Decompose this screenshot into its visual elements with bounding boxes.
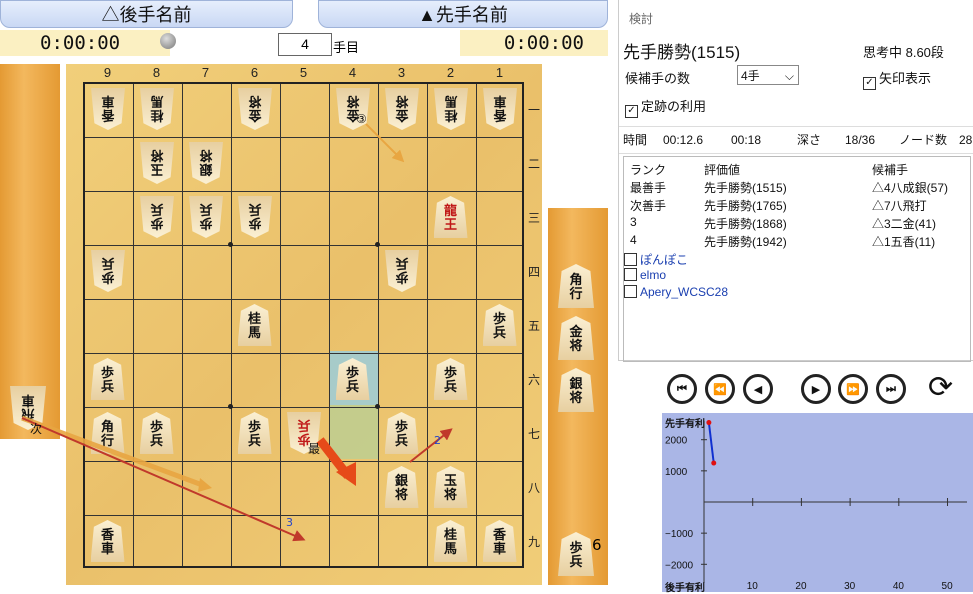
table-row[interactable]: 次善手 先手勝勢(1765) △7八飛打 <box>624 197 970 215</box>
skip-end-icon: ⏭ <box>886 382 896 395</box>
y-tick-label: 1000 <box>665 467 688 478</box>
checkbox-checked-icon: ✓ <box>625 105 638 118</box>
x-tick-label: 50 <box>942 581 954 592</box>
refresh-icon: ⟳ <box>928 370 954 405</box>
stats-bar: 時間 00:12.6 00:18 深さ 18/36 ノード数 28 <box>619 126 973 154</box>
checkbox-icon <box>624 285 637 298</box>
engine-list: ぽんぽこ elmo Apery_WCSC28 <box>624 251 970 302</box>
arrow-display-label: 矢印表示 <box>879 71 932 86</box>
eval-graph-svg: 2000 1000 −1000 −2000 10 20 30 40 50 <box>665 420 967 592</box>
third-arrow <box>21 417 306 542</box>
arrow-display-toggle[interactable]: ✓ 矢印表示 <box>863 68 931 90</box>
last-move-button[interactable]: ⏭ <box>876 374 906 404</box>
checkbox-icon <box>624 268 637 281</box>
second-arrow <box>409 428 453 463</box>
nodes-label: ノード数 <box>899 133 948 147</box>
cell-rank: 3 <box>630 215 637 229</box>
next-arrow-head <box>198 478 212 492</box>
star-point <box>375 404 380 409</box>
panel-title: 検討 <box>629 12 654 26</box>
nodes-value: 28 <box>959 133 973 147</box>
cell-move: △3二金(41) <box>872 217 937 231</box>
engine-name: elmo <box>640 268 667 282</box>
next-button[interactable]: ▶ <box>801 374 831 404</box>
joseki-toggle[interactable]: ✓ 定跡の利用 <box>625 96 706 118</box>
x-tick-label: 30 <box>844 581 856 592</box>
y-tick-label: −2000 <box>665 560 694 571</box>
joseki-label: 定跡の利用 <box>641 99 707 114</box>
cell-eval: 先手勝勢(1515) <box>704 181 787 195</box>
table-row[interactable]: 3 先手勝勢(1868) △3二金(41) <box>624 215 970 233</box>
graph-top-label: 先手有利 <box>665 419 705 430</box>
time-label: 時間 <box>623 133 648 147</box>
y-tick-label: −1000 <box>665 529 694 540</box>
y-tick-label: 2000 <box>665 436 688 447</box>
star-point <box>228 242 233 247</box>
cell-rank: 4 <box>630 233 637 247</box>
eval-point <box>706 420 712 426</box>
prev-icon: ◀ <box>753 382 763 396</box>
next-icon: ▶ <box>811 382 821 396</box>
cell-move: △7八飛打 <box>872 199 927 213</box>
chevron-down-icon: ⌵ <box>784 69 794 83</box>
x-tick-label: 10 <box>747 581 759 592</box>
time2-value: 00:18 <box>731 133 762 147</box>
skip-start-icon: ⏮ <box>677 382 687 395</box>
depth-value: 18/36 <box>845 133 876 147</box>
eval-point <box>711 460 717 466</box>
eval-line <box>707 422 715 464</box>
time-value: 00:12.6 <box>663 133 704 147</box>
col-move: 候補手 <box>872 163 909 177</box>
prev-button[interactable]: ◀ <box>743 374 773 404</box>
cell-eval: 先手勝勢(1868) <box>704 217 787 231</box>
candidates-select[interactable]: 4手 ⌵ <box>737 65 799 85</box>
second-arrow-label: 2 <box>434 434 441 447</box>
first-move-button[interactable]: ⏮ <box>667 374 697 404</box>
third-arrow-label: 3 <box>286 516 293 529</box>
cell-eval: 先手勝勢(1942) <box>704 235 787 249</box>
table-header: ランク 評価値 候補手 <box>624 157 970 179</box>
table-rows: 最善手 先手勝勢(1515) △4八成銀(57) 次善手 先手勝勢(1765) △7八飛打… <box>624 179 970 251</box>
engine-name: ぽんぽこ <box>640 253 689 267</box>
candidates-label: 候補手の数 <box>625 71 691 86</box>
cell-rank: 次善手 <box>630 199 667 213</box>
fourth-arrow <box>365 123 405 163</box>
eval-graph: 2000 1000 −1000 −2000 10 20 30 40 50 先手有利 後手有利 <box>662 413 973 594</box>
next-arrow-label: 次 <box>30 422 43 436</box>
engine-item[interactable]: elmo <box>624 268 970 285</box>
engine-item[interactable]: Apery_WCSC28 <box>624 285 970 302</box>
flip-board-button[interactable]: ⟳ <box>928 370 953 406</box>
depth-label: 深さ <box>797 133 822 147</box>
checkbox-checked-icon: ✓ <box>863 77 876 90</box>
table-row[interactable]: 4 先手勝勢(1942) △1五香(11) <box>624 233 970 251</box>
fast-forward-icon: ⏩ <box>846 382 860 396</box>
eval-status: 先手勝勢(1515) <box>623 43 741 62</box>
x-tick-label: 40 <box>893 581 905 592</box>
best-arrow-label: 最 <box>308 442 321 456</box>
thinking-status: 思考中 8.60段 <box>863 45 944 60</box>
cell-move: △1五香(11) <box>872 235 936 249</box>
cell-eval: 先手勝勢(1765) <box>704 199 787 213</box>
cell-move: △4八成銀(57) <box>872 181 949 195</box>
candidates-value: 4手 <box>741 69 760 83</box>
cell-rank: 最善手 <box>630 181 667 195</box>
rewind-icon: ⏪ <box>713 382 727 396</box>
star-point <box>228 404 233 409</box>
engine-name: Apery_WCSC28 <box>640 285 729 299</box>
col-eval: 評価値 <box>704 163 741 177</box>
engine-item[interactable]: ぽんぽこ <box>624 251 970 268</box>
analysis-panel: 検討 先手勝勢(1515) 思考中 8.60段 候補手の数 4手 ⌵ ✓ 矢印表示… <box>618 0 973 362</box>
fourth-arrow-label: ③ <box>356 112 367 126</box>
x-tick-label: 20 <box>795 581 807 592</box>
col-rank: ランク <box>630 163 667 177</box>
table-row[interactable]: 最善手 先手勝勢(1515) △4八成銀(57) <box>624 179 970 197</box>
prev-fast-button[interactable]: ⏪ <box>705 374 735 404</box>
star-point <box>375 242 380 247</box>
next-arrow <box>21 415 206 489</box>
candidate-table: ランク 評価値 候補手 最善手 先手勝勢(1515) △4八成銀(57) 次善手 先手勝… <box>623 156 971 362</box>
checkbox-icon <box>624 253 637 266</box>
next-fast-button[interactable]: ⏩ <box>838 374 868 404</box>
